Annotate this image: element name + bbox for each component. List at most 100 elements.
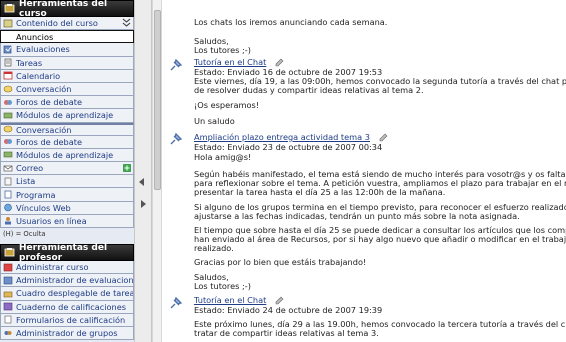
sidebar-item-label: Usuarios en línea	[16, 215, 87, 226]
sidebar-item-label: Administrador de grupos	[16, 328, 118, 339]
teacher-tools-header: Herramientas del profesor	[0, 242, 134, 263]
sidebar-item-assessments[interactable]: Evaluaciones	[0, 43, 134, 57]
announcement-icon	[3, 32, 13, 41]
teacher-tools-title: Herramientas del profesor	[19, 242, 108, 263]
sidebar-item-discussions[interactable]: Foros de debate	[0, 96, 134, 110]
expand-right-arrow-icon[interactable]	[141, 200, 146, 208]
collapse-left-arrow-icon[interactable]	[139, 178, 144, 186]
sidebar-item-label: Administrador de evaluaciones	[16, 275, 134, 286]
message-2-signature: Los tutores ;-)	[194, 281, 251, 291]
sidebar-item-chat[interactable]: Conversación	[0, 82, 134, 97]
sidebar-item-roster[interactable]: Lista	[0, 175, 134, 189]
sidebar-item-label: Foros de debate	[16, 97, 83, 108]
message-3-body: tratar de compartir ideas relativas al t…	[194, 328, 379, 338]
sidebar-item-gradebook[interactable]: Cuaderno de calificaciones	[0, 300, 134, 314]
announcements-content: Los chats los iremos anunciando cada sem…	[162, 0, 566, 342]
form-icon	[3, 315, 13, 324]
announcement-pin-icon	[170, 296, 183, 309]
roster-icon	[3, 177, 13, 186]
sidebar-item-label: Cuadro desplegable de tareas	[16, 288, 134, 299]
sidebar-item-label: Administrar curso	[16, 262, 89, 273]
sidebar-item-label: Cuaderno de calificaciones	[16, 301, 127, 312]
edit-icon[interactable]	[275, 296, 284, 305]
message-2-body: realizado.	[194, 243, 234, 253]
sidebar-item-label: Conversación	[16, 84, 72, 95]
course-tools-header: Herramientas del curso	[0, 0, 134, 19]
message-2-body: Hola amig@s!	[194, 152, 252, 162]
message-2-body: han enviado al área de Recursos, por si …	[194, 234, 566, 244]
chat-icon	[3, 85, 13, 94]
collapse-chevron-icon[interactable]	[122, 18, 131, 27]
assignment-icon	[3, 58, 13, 67]
message-1-body: de resolver dudas y compartir ideas rela…	[194, 85, 424, 95]
assessment-icon	[3, 45, 13, 54]
sidebar-item-label: Módulos de aprendizaje	[16, 110, 114, 121]
sidebar-item-label: Programa	[16, 189, 56, 200]
mail-icon	[3, 164, 13, 173]
intro-line: Los chats los iremos anunciando cada sem…	[194, 17, 388, 27]
sidebar-item-label: Vínculos Web	[16, 202, 71, 213]
message-2-body: ajustarse a las fechas indicadas, tendrá…	[194, 211, 520, 221]
edit-icon[interactable]	[275, 58, 284, 67]
calendar-icon	[3, 71, 13, 80]
message-2-title[interactable]: Ampliación plazo entrega actividad tema …	[194, 132, 370, 142]
course-tools-title: Herramientas del curso	[19, 0, 108, 19]
globe-icon	[3, 203, 13, 212]
tools-icon	[4, 247, 15, 258]
syllabus-icon	[3, 190, 13, 199]
sidebar-item-learning-modules[interactable]: Módulos de aprendizaje	[0, 109, 134, 123]
sidebar-item-chat-2[interactable]: Conversación	[0, 122, 134, 136]
sidebar-item-label: Correo	[16, 163, 44, 174]
module-icon	[3, 111, 13, 120]
sidebar-item-label: Foros de debate	[16, 136, 83, 147]
message-3-title[interactable]: Tutoría en el Chat	[194, 295, 266, 305]
gradebook-icon	[3, 302, 13, 311]
chat-icon	[3, 125, 13, 134]
message-3-status: Estado: Enviado 24 de octubre de 2007 19…	[194, 305, 383, 315]
hidden-legend: (H) = Oculta	[0, 228, 134, 240]
edit-icon[interactable]	[379, 133, 388, 142]
sidebar-item-assignments[interactable]: Tareas	[0, 56, 134, 70]
sidebar-item-assessment-manager[interactable]: Administrador de evaluaciones	[0, 274, 134, 288]
sidebar-item-label: Contenido del curso	[16, 18, 98, 29]
sidebar-item-online-users[interactable]: Usuarios en línea	[0, 214, 134, 228]
announcement-pin-icon	[170, 58, 183, 71]
sidebar-item-syllabus[interactable]: Programa	[0, 188, 134, 202]
sidebar-item-calendar[interactable]: Calendario	[0, 69, 134, 83]
sidebar-item-label: Evaluaciones	[16, 44, 70, 55]
sidebar-item-announcements[interactable]: Anuncios	[0, 30, 134, 44]
sidebar-item-assignment-dropbox[interactable]: Cuadro desplegable de tareas	[0, 287, 134, 301]
sidebar-item-discussions-2[interactable]: Foros de debate	[0, 135, 134, 149]
message-1-title[interactable]: Tutoría en el Chat	[194, 57, 266, 67]
book-icon	[3, 19, 13, 28]
sidebar-item-grading-forms[interactable]: Formularios de calificación	[0, 313, 134, 327]
tools-icon	[4, 3, 15, 14]
sidebar-item-course-content[interactable]: Contenido del curso	[0, 17, 134, 31]
announcement-pin-icon	[170, 132, 183, 145]
sidebar: Herramientas del curso Contenido del cur…	[0, 0, 134, 342]
assessment-manager-icon	[3, 276, 13, 285]
discussion-icon	[3, 98, 13, 107]
signature: Los tutores ;-)	[194, 45, 251, 55]
group-icon	[3, 329, 13, 338]
message-1-body: ¡Os esperamos!	[194, 100, 260, 110]
new-mail-indicator-icon	[122, 163, 131, 172]
module-icon	[3, 150, 13, 159]
sidebar-item-manage-course[interactable]: Administrar curso	[0, 261, 134, 275]
scrollbar-thumb[interactable]	[154, 10, 161, 190]
sidebar-item-label: Módulos de aprendizaje	[16, 149, 114, 160]
message-2-body: presentar la tarea hasta el día 25 a las…	[194, 187, 446, 197]
sidebar-item-label: Lista	[16, 176, 36, 187]
sidebar-item-label: Anuncios	[16, 31, 54, 42]
content-scrollbar[interactable]	[152, 0, 162, 342]
sidebar-item-web-links[interactable]: Vínculos Web	[0, 201, 134, 215]
sidebar-item-learning-modules-2[interactable]: Módulos de aprendizaje	[0, 148, 134, 163]
users-icon	[3, 216, 13, 225]
message-2-body: Gracias por lo bien que estáis trabajand…	[194, 257, 367, 267]
frame-splitter[interactable]	[134, 0, 152, 342]
sidebar-item-label: Calendario	[16, 70, 61, 81]
sidebar-item-group-manager[interactable]: Administrador de grupos	[0, 326, 134, 341]
sidebar-item-label: Tareas	[16, 57, 43, 68]
sidebar-item-mail[interactable]: Correo	[0, 162, 134, 176]
manage-icon	[3, 263, 13, 272]
